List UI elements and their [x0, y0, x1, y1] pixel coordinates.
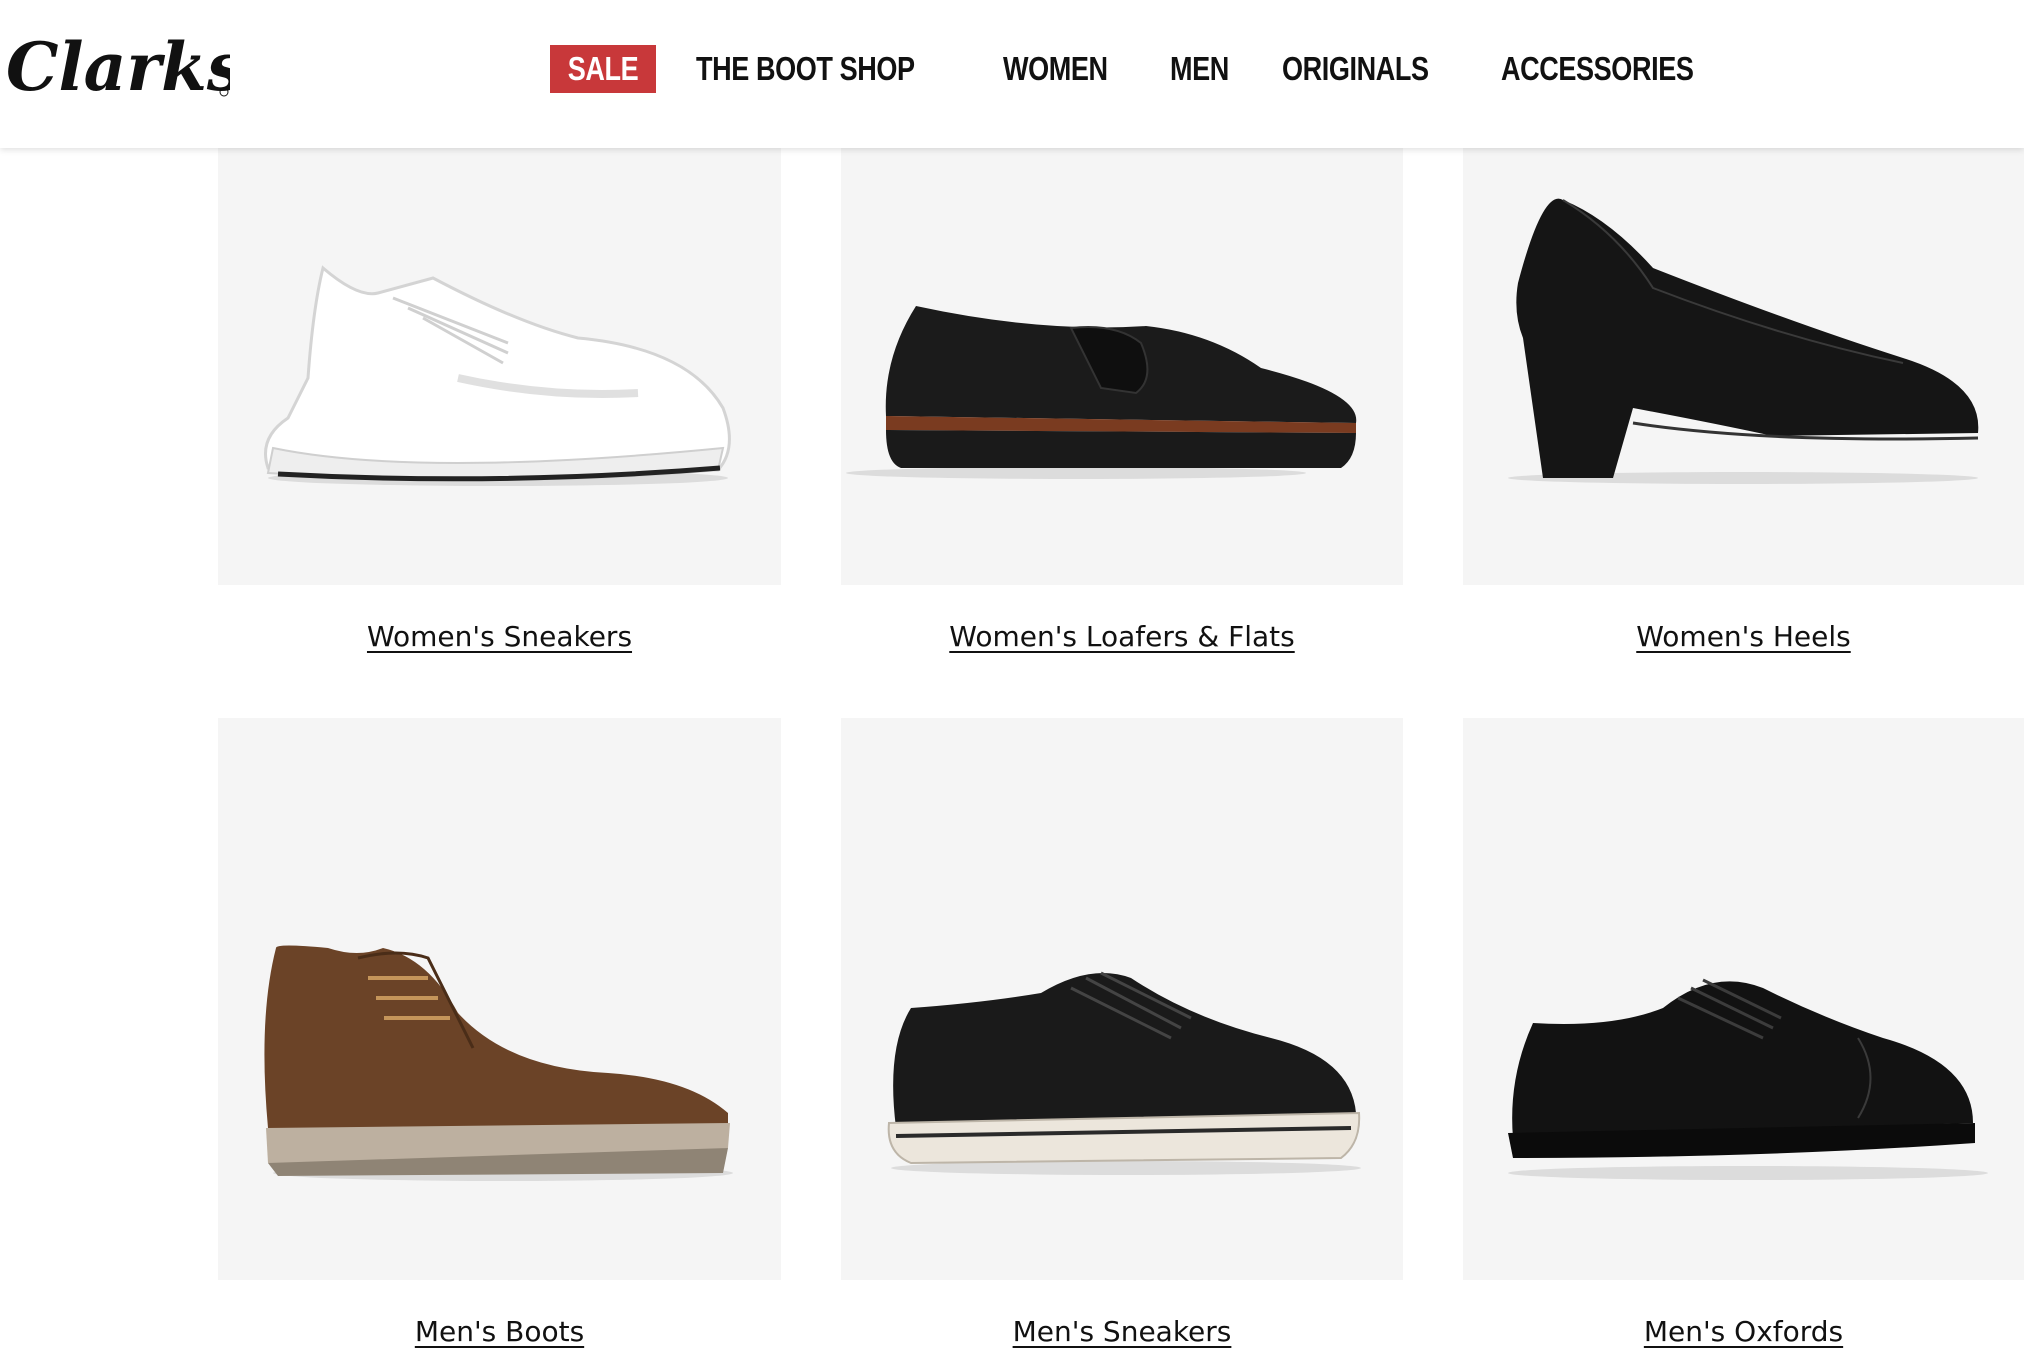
category-tile-womens-heels[interactable]: [1463, 148, 2024, 585]
category-tile-mens-sneakers[interactable]: [841, 718, 1403, 1280]
category-link[interactable]: Women's Sneakers: [218, 620, 781, 653]
category-link[interactable]: Men's Sneakers: [841, 1315, 1403, 1348]
nav-men[interactable]: MEN: [1170, 44, 1229, 94]
category-tile-mens-boots[interactable]: [218, 718, 781, 1280]
clarks-logo[interactable]: Clarks: [4, 28, 230, 104]
black-oxford-image: [1508, 978, 1988, 1180]
category-tile-womens-loafers-flats[interactable]: [841, 148, 1403, 585]
category-tile-womens-sneakers[interactable]: [218, 148, 781, 585]
black-loafer-image: [846, 306, 1357, 479]
category-link[interactable]: Men's Oxfords: [1463, 1315, 2024, 1348]
category-tile-mens-oxfords[interactable]: [1463, 718, 2024, 1280]
nav-sale[interactable]: SALE: [550, 45, 657, 93]
main-navigation: SALE THE BOOT SHOP WOMEN MEN ORIGINALS A…: [550, 44, 1736, 94]
clarks-logo-icon: Clarks: [6, 28, 230, 104]
brown-chukka-boot-image: [264, 945, 733, 1181]
nav-originals[interactable]: ORIGINALS: [1282, 44, 1429, 94]
white-sneaker-image: [264, 265, 731, 486]
nav-accessories[interactable]: ACCESSORIES: [1501, 44, 1694, 94]
category-link[interactable]: Women's Heels: [1463, 620, 2024, 653]
nav-the-boot-shop[interactable]: THE BOOT SHOP: [696, 44, 915, 94]
black-heel-pump-image: [1508, 198, 1979, 484]
svg-text:Clarks: Clarks: [6, 28, 230, 104]
category-link[interactable]: Men's Boots: [218, 1315, 781, 1348]
category-link[interactable]: Women's Loafers & Flats: [841, 620, 1403, 653]
nav-women[interactable]: WOMEN: [1003, 44, 1108, 94]
site-header: Clarks SALE THE BOOT SHOP WOMEN MEN ORIG…: [0, 0, 2024, 148]
black-sneaker-image: [887, 971, 1361, 1175]
